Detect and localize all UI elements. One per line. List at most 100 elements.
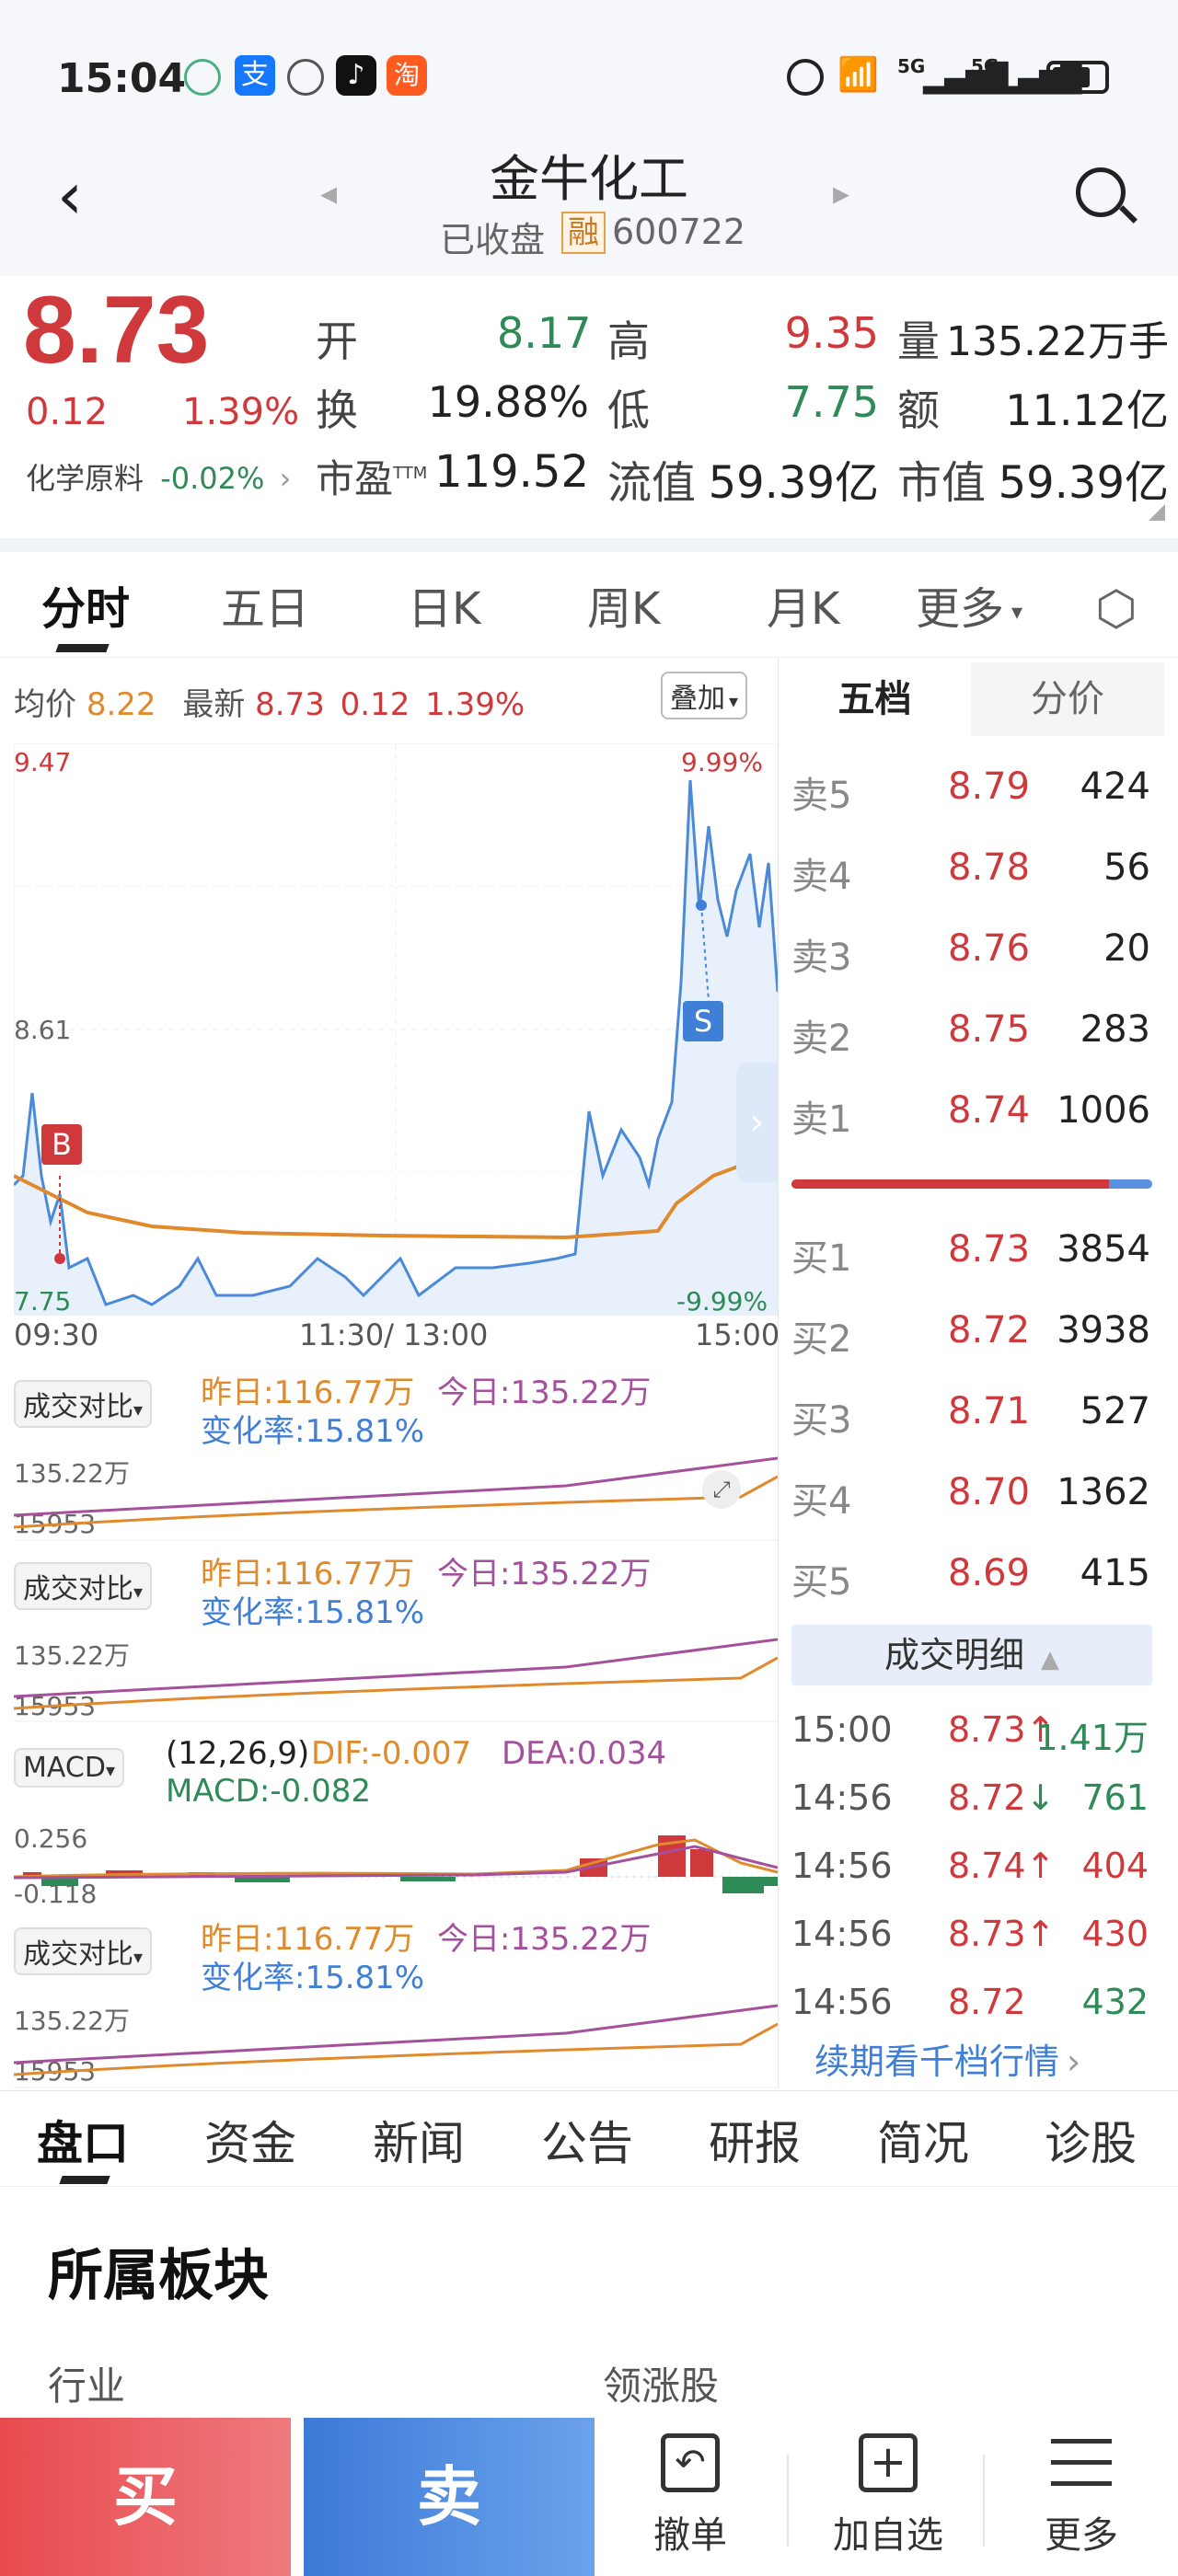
trade-row: 15:00 8.73↑ 1.41万 [791,1709,1160,1765]
tab-news[interactable]: 新闻 [373,2107,465,2173]
tab-funds[interactable]: 资金 [204,2107,296,2173]
ask-row-4[interactable]: 卖4 8.78 56 [791,846,1160,902]
plus-square-icon: + [859,2433,918,2492]
app-icon [184,59,221,96]
cancel-order-button[interactable]: ↶ 撤单 [612,2433,768,2571]
macd-select[interactable]: MACD▾ [14,1748,124,1788]
trade-time: 15:00 [791,1709,893,1750]
price-change: 0.12 [26,391,109,433]
pe-label-text: 市盈 [316,456,394,501]
bid-row-1[interactable]: 买1 8.73 3854 [791,1228,1160,1283]
ask-row-5[interactable]: 卖5 8.79 424 [791,765,1160,821]
volume-select-label: 成交对比 [23,1573,133,1605]
tab-order-book[interactable]: 盘口 [37,2107,129,2173]
amount-label: 额 [897,385,940,435]
trade-volume: 432 [1081,1982,1149,2022]
trade-price-value: 8.73 [948,1914,1026,1954]
trade-volume: 430 [1081,1914,1149,1954]
add-watchlist-button[interactable]: + 加自选 [810,2433,966,2571]
tab-weekly-k[interactable]: 周K [587,572,660,637]
buy-marker[interactable]: B [41,1124,82,1165]
turnover-label: 换 [316,385,358,435]
bid-row-4[interactable]: 买4 8.70 1362 [791,1471,1160,1526]
more-depth-label: 续期看千档行情 [814,2041,1060,2082]
bid-row-5[interactable]: 买5 8.69 415 [791,1552,1160,1607]
bid-price: 8.70 [948,1471,1031,1513]
tab-daily-k[interactable]: 日K [408,572,480,637]
pe-value: 119.52 [434,446,589,498]
volume-label: 量 [897,316,940,366]
tab-profile[interactable]: 简况 [877,2107,969,2173]
latest-value: 8.73 [255,686,325,723]
tab-diagnosis[interactable]: 诊股 [1045,2107,1137,2173]
alipay-icon: 支 [235,55,275,96]
tab-monthly-k[interactable]: 月K [767,572,839,637]
bid-volume: 415 [1080,1552,1150,1594]
tab-research[interactable]: 研报 [709,2107,801,2173]
ask-row-2[interactable]: 卖2 8.75 283 [791,1008,1160,1064]
settings-hex-icon[interactable]: ⬡ [1095,581,1137,637]
next-stock-icon[interactable]: ▸ [833,175,849,213]
bid-row-2[interactable]: 买2 8.72 3938 [791,1309,1160,1364]
tab-five-day[interactable]: 五日 [221,572,309,637]
trade-price-value: 8.72 [948,1982,1026,2022]
tab-intraday[interactable]: 分时 [41,572,130,637]
intraday-chart[interactable] [14,743,778,1316]
trade-row: 14:56 8.72↓ 761 [791,1777,1160,1833]
bid-label: 买4 [791,1480,852,1523]
ask-price: 8.74 [948,1089,1031,1132]
sector-link[interactable]: 化学原料 -0.02% › [26,455,291,498]
volume-compare-select-2[interactable]: 成交对比▾ [14,1562,153,1610]
trade-price: 8.73↑ [948,1914,1055,1954]
caret-down-icon: ▾ [133,1398,144,1420]
more-button[interactable]: 更多 [1003,2433,1160,2571]
more-depth-link[interactable]: 续期看千档行情 › [814,2033,1080,2084]
overlay-button[interactable]: 叠加 ▾ [661,672,748,719]
expand-panel-tab[interactable]: › [736,1063,778,1182]
trade-price-value: 8.72 [948,1777,1026,1818]
volume-chart-2 [14,1638,778,1722]
macd-value: MACD:-0.082 [166,1773,371,1810]
battery-icon [1046,61,1109,94]
macd-dif: DIF:-0.007 [311,1735,472,1772]
trade-detail-header[interactable]: 成交明细 ▲ [791,1625,1152,1685]
ask-volume: 283 [1080,1008,1150,1051]
tab-five-levels[interactable]: 五档 [780,662,969,736]
time-mid: 11:30/ 13:00 [299,1317,489,1352]
turnover-value: 19.88% [427,377,589,427]
status-right-icons: 📶 5G ▂▄▆█ 5G ▂▄▆█ [787,55,1137,101]
sector-change: -0.02% [160,461,265,496]
volume-value: 135.22万手 [946,318,1169,365]
buy-button[interactable]: 买 [0,2418,291,2576]
stock-code: 600722 [612,212,746,252]
sell-label: 卖 [417,2459,481,2535]
latest-change: 0.12 [340,686,410,723]
sell-button[interactable]: 卖 [304,2418,595,2576]
prev-stock-icon[interactable]: ◂ [320,175,337,213]
macd-select-label: MACD [23,1752,106,1784]
tab-more[interactable]: 更多 ▾ [916,572,1022,637]
bid-volume: 3938 [1057,1309,1150,1351]
ask-row-1[interactable]: 卖1 8.74 1006 [791,1089,1160,1144]
volume-compare-select-1[interactable]: 成交对比▾ [14,1380,153,1428]
fullscreen-icon[interactable]: ⤢ [702,1470,741,1509]
caret-up-icon: ▲ [1041,1646,1060,1673]
stock-status: 已收盘 [440,220,546,260]
sell-marker[interactable]: S [683,1001,723,1041]
search-icon[interactable] [1072,164,1138,230]
trade-price-value: 8.74 [948,1846,1026,1886]
expand-corner-icon[interactable] [1149,504,1165,521]
tab-price-dist[interactable]: 分价 [971,662,1164,736]
tab-announcements[interactable]: 公告 [541,2107,633,2173]
pe-label: 市盈TTM [316,448,427,504]
back-button[interactable]: ‹ [57,164,103,228]
taobao-icon: 淘 [387,55,427,96]
trade-price: 8.72↓ [948,1777,1055,1818]
caret-down-icon: ▾ [133,1946,144,1968]
status-time: 15:04 [57,55,187,102]
caret-down-icon: ▾ [105,1759,115,1781]
volume-compare-select-3[interactable]: 成交对比▾ [14,1927,153,1975]
trade-detail-title: 成交明细 [884,1635,1024,1675]
ask-row-3[interactable]: 卖3 8.76 20 [791,927,1160,983]
bid-row-3[interactable]: 买3 8.71 527 [791,1390,1160,1445]
